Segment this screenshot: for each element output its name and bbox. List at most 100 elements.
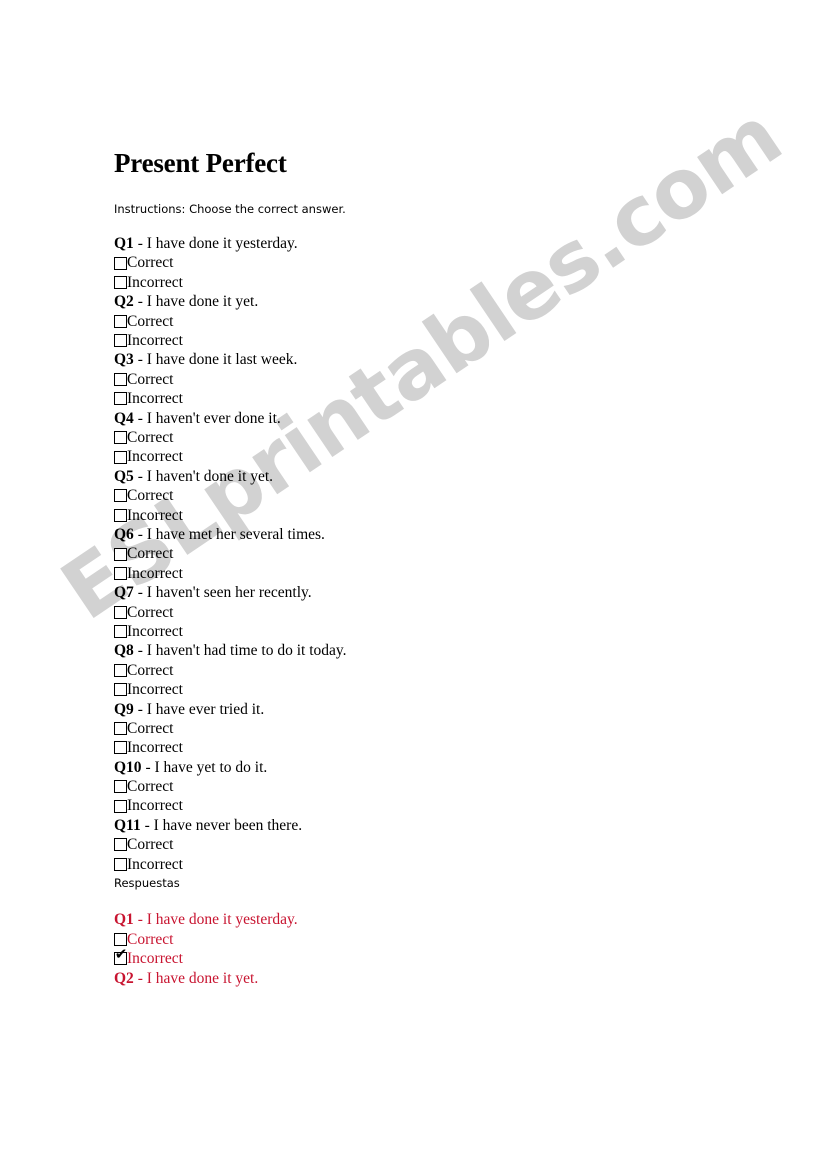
option-row-incorrect[interactable]: Incorrect: [114, 796, 754, 815]
question-dash: -: [133, 969, 147, 987]
option-label: Incorrect: [127, 855, 183, 873]
question-number: Q11: [114, 816, 141, 834]
checkbox-unchecked-icon[interactable]: [114, 605, 127, 619]
question-line: Q2 - I have done it yet.: [114, 969, 754, 988]
checkbox-unchecked-icon[interactable]: [114, 431, 127, 445]
question-line: Q8 - I haven't had time to do it today.: [114, 641, 754, 660]
question-number: Q2: [114, 293, 134, 311]
question-dash: -: [133, 911, 147, 929]
checkbox-checked-icon[interactable]: ✔: [114, 947, 127, 966]
checkbox-unchecked-icon[interactable]: [114, 799, 127, 813]
option-row-incorrect[interactable]: Incorrect: [114, 855, 754, 874]
question-dash: -: [141, 758, 155, 776]
question-line: Q3 - I have done it last week.: [114, 350, 754, 369]
option-row-incorrect[interactable]: Incorrect: [114, 447, 754, 466]
answer-key-list: Q1 - I have done it yesterday. Correct ✔ In…: [114, 893, 754, 988]
option-label: Correct: [127, 312, 174, 330]
question-number: Q2: [114, 969, 134, 987]
option-row-correct[interactable]: Correct: [114, 370, 754, 389]
question-text: I have done it yet.: [146, 969, 259, 987]
option-label: Incorrect: [127, 331, 183, 349]
option-label: Incorrect: [127, 797, 183, 815]
question-number: Q10: [114, 758, 142, 776]
checkbox-unchecked-icon[interactable]: [114, 780, 127, 794]
option-row-correct[interactable]: Correct: [114, 930, 754, 949]
checkbox-unchecked-icon[interactable]: [114, 275, 127, 289]
question-dash: -: [133, 525, 147, 543]
option-row-incorrect[interactable]: Incorrect: [114, 564, 754, 583]
checkbox-unchecked-icon[interactable]: [114, 663, 127, 677]
option-row-correct[interactable]: Correct: [114, 603, 754, 622]
option-row-incorrect[interactable]: Incorrect: [114, 389, 754, 408]
checkbox-unchecked-icon[interactable]: [114, 372, 127, 386]
option-row-incorrect[interactable]: Incorrect: [114, 273, 754, 292]
option-row-incorrect[interactable]: Incorrect: [114, 738, 754, 757]
option-row-correct[interactable]: Correct: [114, 428, 754, 447]
checkbox-unchecked-icon[interactable]: [114, 566, 127, 580]
question-text: I have never been there.: [153, 816, 303, 834]
option-row-correct[interactable]: Correct: [114, 719, 754, 738]
checkbox-unchecked-icon[interactable]: [114, 334, 127, 348]
checkbox-unchecked-icon[interactable]: [114, 625, 127, 639]
question-line: Q7 - I haven't seen her recently.: [114, 583, 754, 602]
page-title: Present Perfect: [114, 148, 287, 178]
checkbox-unchecked-icon[interactable]: [114, 683, 127, 697]
option-row-correct[interactable]: Correct: [114, 486, 754, 505]
option-label: Incorrect: [127, 622, 183, 640]
option-row-correct[interactable]: Correct: [114, 835, 754, 854]
option-label: Correct: [127, 545, 174, 563]
option-row-incorrect[interactable]: ✔ Incorrect: [114, 947, 754, 968]
question-text: I haven't ever done it.: [146, 409, 281, 427]
checkbox-unchecked-icon[interactable]: [114, 392, 127, 406]
option-label: Incorrect: [127, 681, 183, 699]
checkbox-unchecked-icon[interactable]: [114, 256, 127, 270]
question-number: Q1: [114, 235, 134, 252]
question-dash: -: [133, 642, 147, 660]
question-number: Q1: [114, 911, 134, 929]
checkbox-unchecked-icon[interactable]: [114, 450, 127, 464]
question-number: Q9: [114, 700, 134, 718]
checkbox-unchecked-icon[interactable]: [114, 722, 127, 736]
checkbox-unchecked-icon[interactable]: [114, 857, 127, 871]
option-row-correct[interactable]: Correct: [114, 253, 754, 272]
option-row-correct[interactable]: Correct: [114, 777, 754, 796]
option-row-incorrect[interactable]: Incorrect: [114, 680, 754, 699]
check-icon: ✔: [114, 945, 128, 964]
question-number: Q6: [114, 525, 134, 543]
question-dash: -: [133, 235, 147, 252]
question-number: Q8: [114, 642, 134, 660]
checkbox-unchecked-icon[interactable]: [114, 314, 127, 328]
option-label: Correct: [127, 428, 174, 446]
question-line: Q2 - I have done it yet.: [114, 292, 754, 311]
option-label: Correct: [127, 778, 174, 796]
option-label: Incorrect: [127, 564, 183, 582]
option-row-correct[interactable]: Correct: [114, 544, 754, 563]
checkbox-unchecked-icon[interactable]: [114, 838, 127, 852]
option-label: Correct: [127, 254, 174, 272]
checkbox-unchecked-icon[interactable]: [114, 508, 127, 522]
question-text: I have done it yesterday.: [146, 235, 298, 252]
option-label: Correct: [127, 603, 174, 621]
checkbox-unchecked-icon[interactable]: [114, 547, 127, 561]
option-row-incorrect[interactable]: Incorrect: [114, 622, 754, 641]
answers-section-heading: Respuestas: [114, 876, 180, 891]
option-label: Correct: [127, 661, 174, 679]
question-dash: -: [133, 584, 147, 602]
option-label: Incorrect: [127, 273, 183, 291]
option-row-incorrect[interactable]: Incorrect: [114, 506, 754, 525]
option-label: Incorrect: [127, 739, 183, 757]
question-text: I have done it yesterday.: [146, 911, 298, 929]
checkbox-unchecked-icon[interactable]: [114, 933, 127, 947]
checkbox-unchecked-icon[interactable]: [114, 741, 127, 755]
question-line: Q4 - I haven't ever done it.: [114, 409, 754, 428]
worksheet-page: ESLprintables.com Present Perfect Instru…: [0, 0, 826, 1169]
option-row-correct[interactable]: Correct: [114, 661, 754, 680]
option-row-correct[interactable]: Correct: [114, 312, 754, 331]
option-label: Correct: [127, 930, 174, 948]
question-number: Q4: [114, 409, 134, 427]
checkbox-unchecked-icon[interactable]: [114, 489, 127, 503]
question-dash: -: [133, 467, 147, 485]
question-dash: -: [133, 293, 147, 311]
option-row-incorrect[interactable]: Incorrect: [114, 331, 754, 350]
question-text: I have met her several times.: [146, 525, 325, 543]
